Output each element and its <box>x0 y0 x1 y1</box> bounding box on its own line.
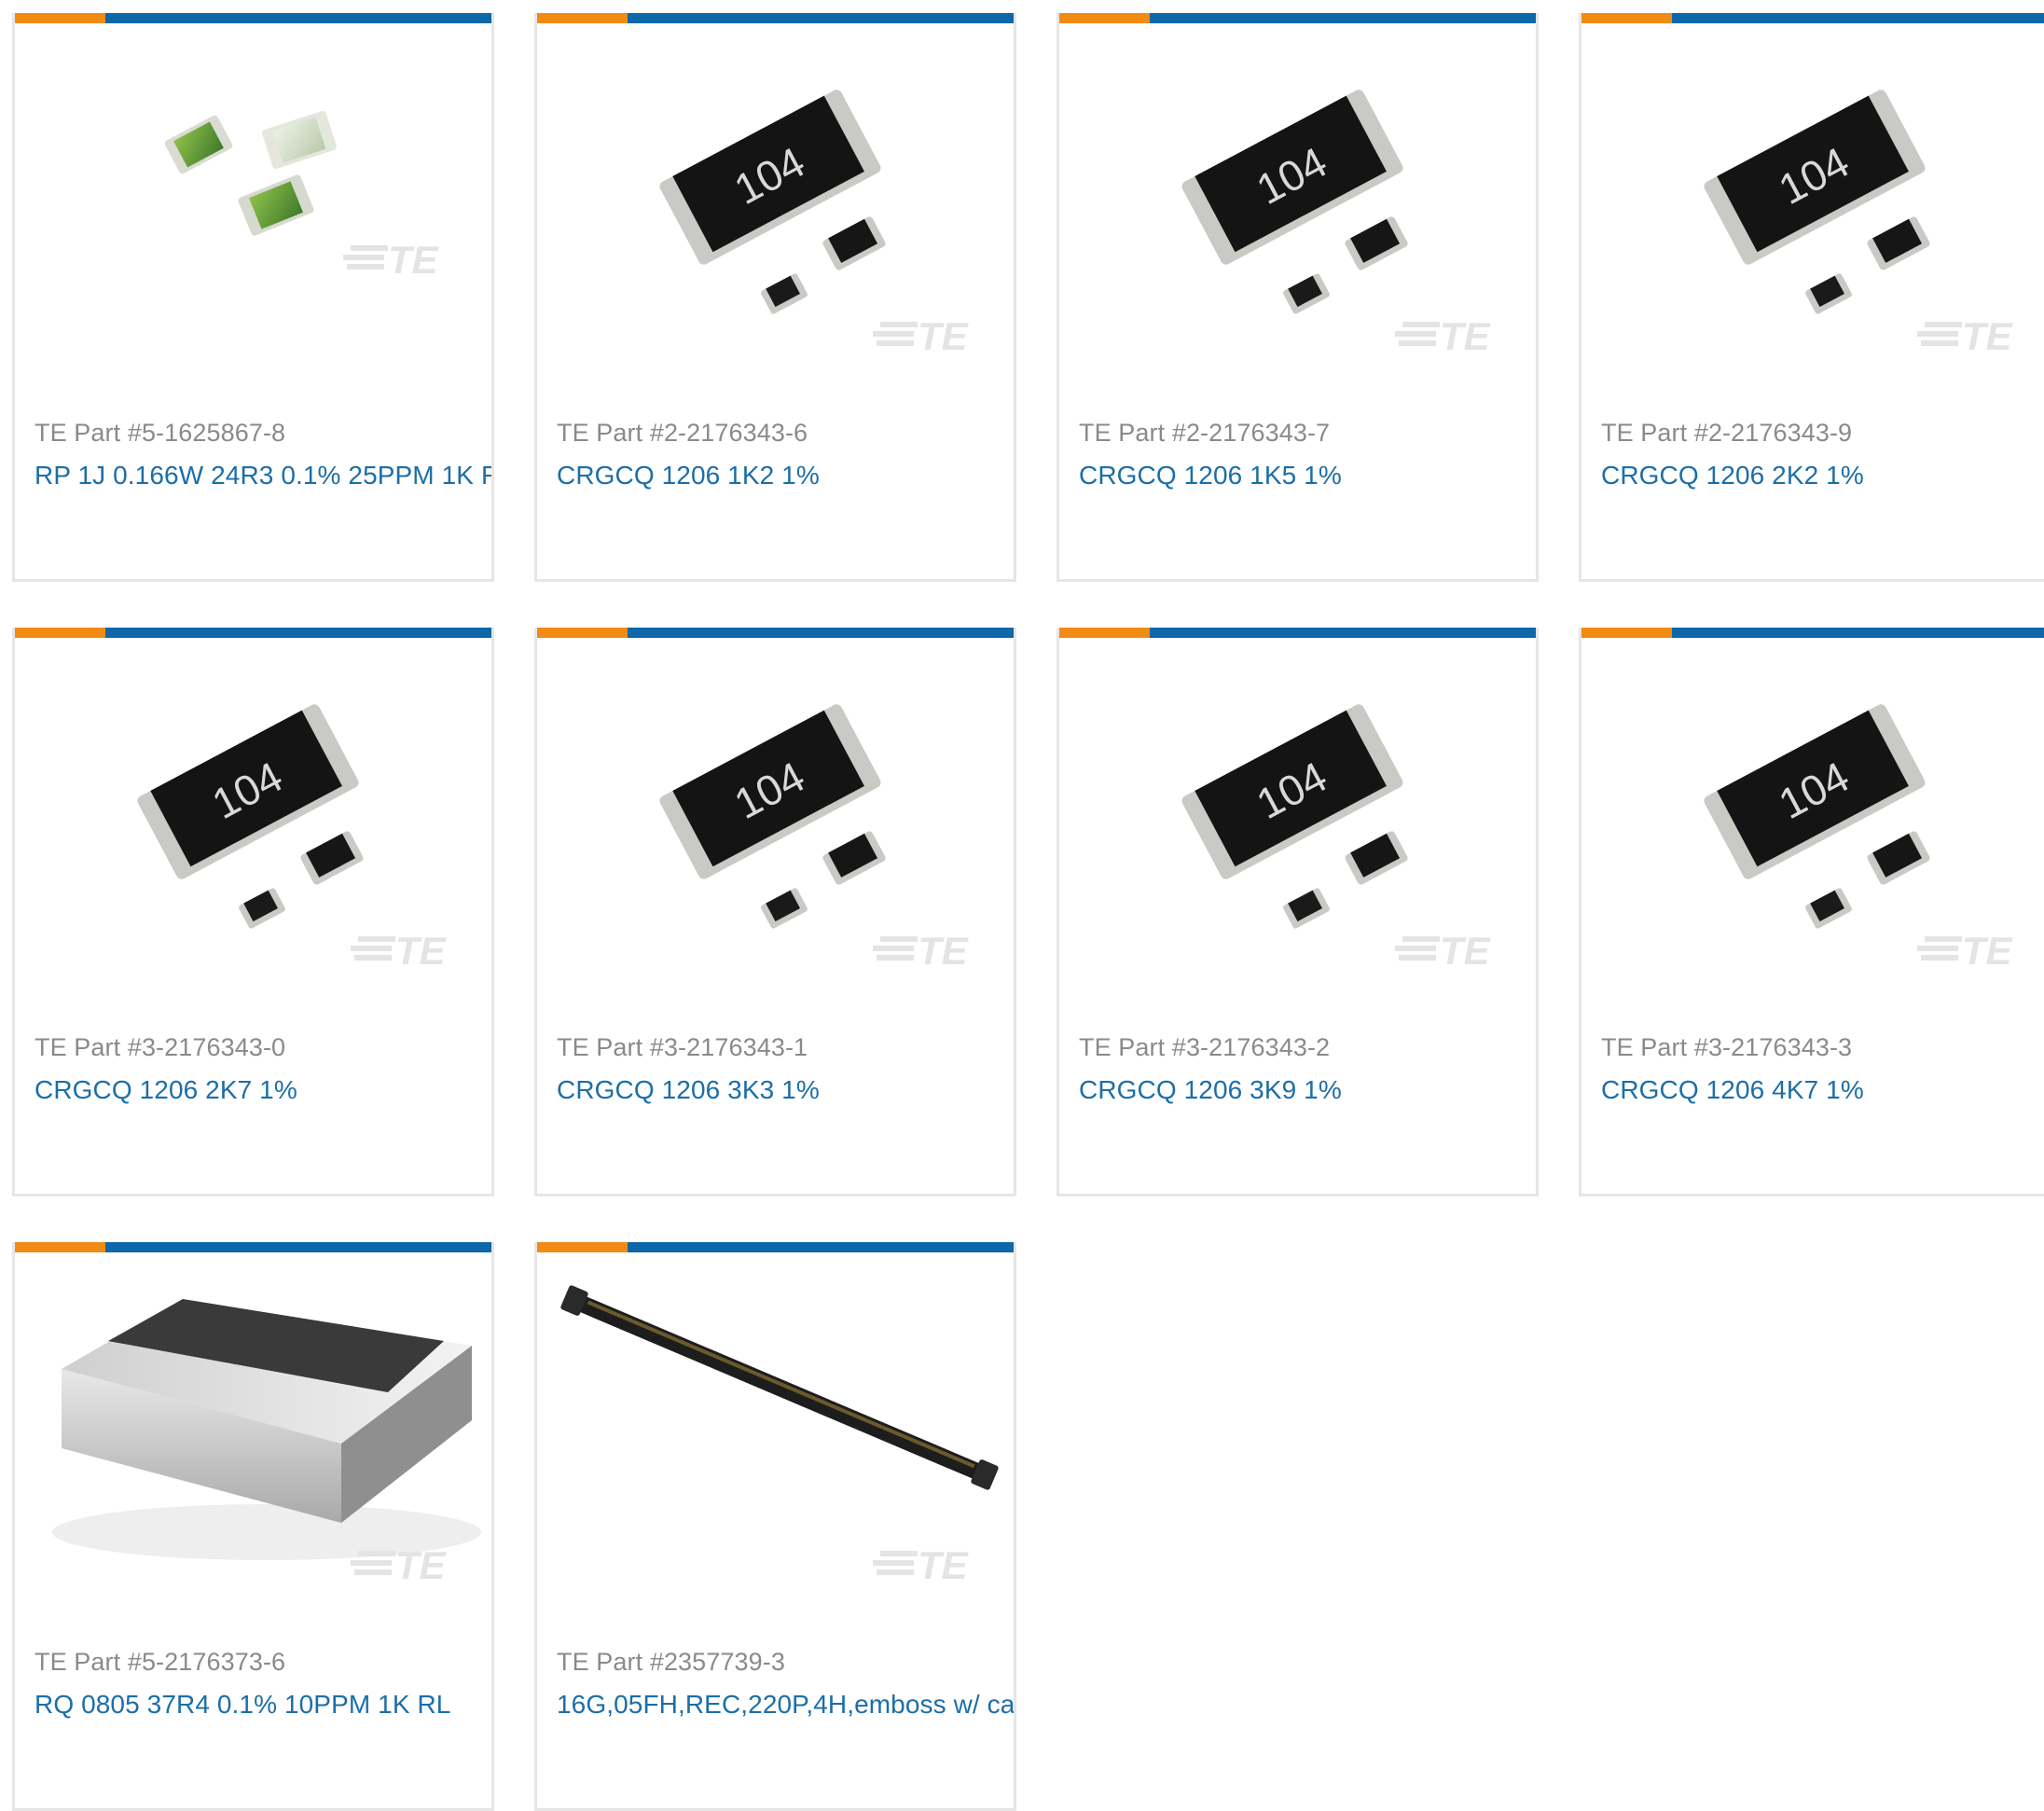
product-card[interactable]: 104 TE TE Part #2-2176343-6 CRGCQ 1206 1… <box>534 13 1016 582</box>
card-top-accent <box>537 1242 628 1252</box>
product-image[interactable]: 104 TE <box>1581 23 2044 378</box>
card-top-accent <box>537 13 628 23</box>
card-top-accent <box>1059 13 1150 23</box>
product-description-link[interactable]: CRGCQ 1206 4K7 1% <box>1601 1075 1864 1105</box>
smd-chip-resistor-image: 104 TE <box>1181 704 1492 973</box>
product-description-link[interactable]: CRGCQ 1206 1K2 1% <box>557 461 820 491</box>
product-card[interactable]: 104 TE TE Part #3-2176343-0 CRGCQ 1206 2… <box>12 628 494 1196</box>
product-description-link[interactable]: RQ 0805 37R4 0.1% 10PPM 1K RL <box>35 1690 450 1720</box>
part-number: TE Part #2-2176343-6 <box>557 419 808 447</box>
product-card[interactable]: 104 TE TE Part #2-2176343-7 CRGCQ 1206 1… <box>1057 13 1539 582</box>
large-chip-resistor-image: TE <box>52 1299 481 1587</box>
card-top-accent <box>1059 628 1150 638</box>
product-image[interactable]: TE <box>15 1252 491 1607</box>
card-top-accent <box>15 1242 105 1252</box>
te-watermark-icon <box>1395 936 1440 961</box>
product-description-link[interactable]: CRGCQ 1206 2K2 1% <box>1601 461 1864 491</box>
te-watermark-text: TE <box>1440 314 1492 358</box>
card-top-accent <box>15 13 105 23</box>
smd-chip-resistor-image: 104 TE <box>1181 90 1492 358</box>
part-number: TE Part #5-2176373-6 <box>35 1648 286 1676</box>
card-top-bar <box>1581 13 2044 23</box>
te-watermark-icon <box>1917 936 1962 961</box>
te-watermark-text: TE <box>918 314 970 358</box>
card-top-bar <box>537 1242 1014 1252</box>
part-number: TE Part #2357739-3 <box>557 1648 785 1676</box>
product-image[interactable]: 104 TE <box>1581 638 2044 992</box>
product-card[interactable]: 104 TE TE Part #3-2176343-2 CRGCQ 1206 3… <box>1057 628 1539 1196</box>
card-top-bar <box>15 1242 491 1252</box>
product-image[interactable]: TE <box>15 23 491 378</box>
product-card[interactable]: 104 TE TE Part #3-2176343-1 CRGCQ 1206 3… <box>534 628 1016 1196</box>
te-watermark-icon <box>873 936 918 961</box>
product-grid: TE TE Part #5-1625867-8 RP 1J 0.166W 24R… <box>0 0 2044 1811</box>
product-card[interactable]: TE TE Part #2357739-3 16G,05FH,REC,220P,… <box>534 1242 1016 1811</box>
te-watermark-icon <box>351 936 395 961</box>
card-top-accent <box>1581 628 1672 638</box>
te-watermark-icon <box>873 322 918 346</box>
card-top-bar <box>1059 13 1536 23</box>
te-watermark-text: TE <box>918 1543 970 1587</box>
product-image[interactable]: TE <box>537 1252 1014 1607</box>
product-image[interactable]: 104 TE <box>537 638 1014 992</box>
card-top-bar <box>15 13 491 23</box>
green-chip-resistors-image: TE <box>164 110 440 282</box>
part-number: TE Part #3-2176343-0 <box>35 1033 286 1061</box>
te-watermark-text: TE <box>388 238 440 282</box>
product-card[interactable]: TE TE Part #5-1625867-8 RP 1J 0.166W 24R… <box>12 13 494 582</box>
product-description-link[interactable]: RP 1J 0.166W 24R3 0.1% 25PPM 1K RL <box>35 461 491 491</box>
part-number: TE Part #5-1625867-8 <box>35 419 286 447</box>
card-top-accent <box>1581 13 1672 23</box>
te-watermark-icon <box>1917 322 1962 346</box>
te-watermark-text: TE <box>1962 929 2014 973</box>
card-top-accent <box>15 628 105 638</box>
product-image[interactable]: 104 TE <box>537 23 1014 378</box>
part-number: TE Part #3-2176343-2 <box>1079 1033 1331 1061</box>
product-image[interactable]: 104 TE <box>1059 23 1536 378</box>
smd-chip-resistor-image: 104 TE <box>659 704 970 973</box>
part-number: TE Part #3-2176343-1 <box>557 1033 808 1061</box>
smd-chip-resistor-image: 104 TE <box>659 90 970 358</box>
part-number: TE Part #3-2176343-3 <box>1601 1033 1853 1061</box>
product-description-link[interactable]: 16G,05FH,REC,220P,4H,emboss w/ cap <box>557 1690 1014 1720</box>
smd-chip-resistor-image: 104 TE <box>1704 704 2014 973</box>
card-top-accent <box>537 628 628 638</box>
product-card[interactable]: TE TE Part #5-2176373-6 RQ 0805 37R4 0.1… <box>12 1242 494 1811</box>
board-connector-image: TE <box>560 1285 999 1587</box>
te-watermark-text: TE <box>1962 314 2014 358</box>
product-card[interactable]: 104 TE TE Part #3-2176343-3 CRGCQ 1206 4… <box>1579 628 2044 1196</box>
te-watermark-icon <box>873 1551 918 1575</box>
smd-chip-resistor-image: 104 TE <box>137 704 448 973</box>
product-description-link[interactable]: CRGCQ 1206 1K5 1% <box>1079 461 1342 491</box>
card-top-bar <box>537 628 1014 638</box>
product-image[interactable]: 104 TE <box>1059 638 1536 992</box>
te-watermark-icon <box>343 245 388 270</box>
part-number: TE Part #2-2176343-9 <box>1601 419 1853 447</box>
te-watermark-text: TE <box>395 929 448 973</box>
card-top-bar <box>15 628 491 638</box>
smd-chip-resistor-image: 104 TE <box>1704 90 2014 358</box>
te-watermark-text: TE <box>918 929 970 973</box>
product-description-link[interactable]: CRGCQ 1206 2K7 1% <box>35 1075 297 1105</box>
part-number: TE Part #2-2176343-7 <box>1079 419 1331 447</box>
te-watermark-text: TE <box>395 1543 448 1587</box>
card-top-bar <box>537 13 1014 23</box>
product-card[interactable]: 104 TE TE Part #2-2176343-9 CRGCQ 1206 2… <box>1579 13 2044 582</box>
product-image[interactable]: 104 TE <box>15 638 491 992</box>
te-watermark-icon <box>1395 322 1440 346</box>
te-watermark-text: TE <box>1440 929 1492 973</box>
product-description-link[interactable]: CRGCQ 1206 3K9 1% <box>1079 1075 1342 1105</box>
card-top-bar <box>1059 628 1536 638</box>
card-top-bar <box>1581 628 2044 638</box>
product-description-link[interactable]: CRGCQ 1206 3K3 1% <box>557 1075 820 1105</box>
